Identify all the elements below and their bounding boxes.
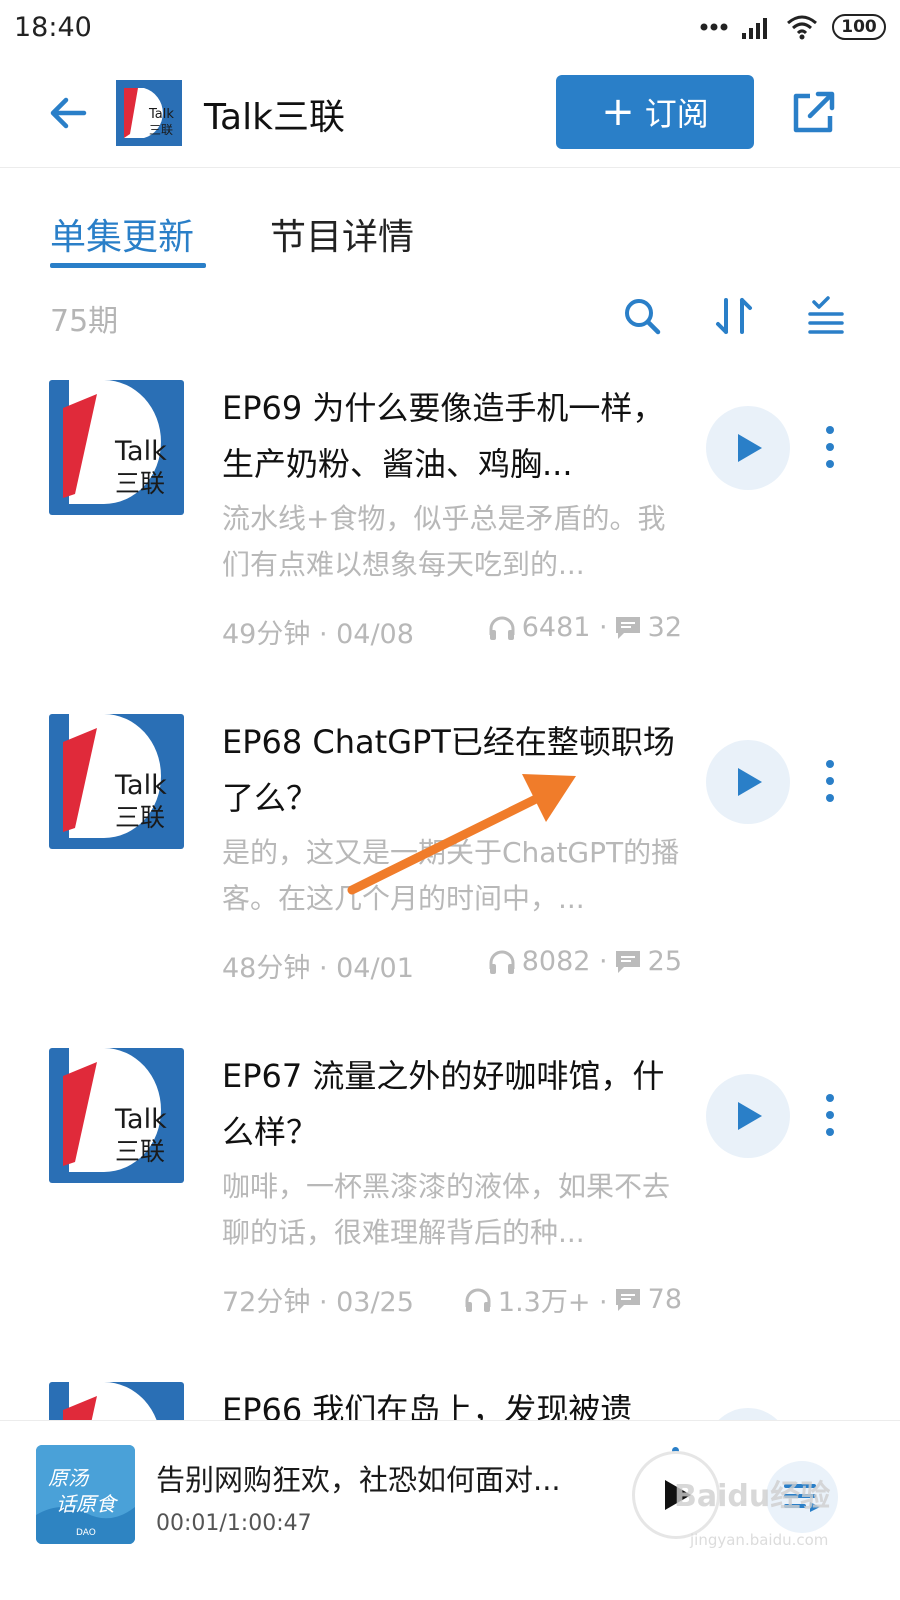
status-icons: 100 <box>700 14 886 40</box>
episode-title: EP66 我们在岛上，发现被遗 <box>222 1391 633 1420</box>
status-time: 18:40 <box>14 12 92 43</box>
player-episode-title: 告别网购狂欢，社恐如何面对... <box>156 1463 561 1497</box>
podcast-logo: Talk 三联 <box>116 80 182 146</box>
episode-comments: 25 <box>647 946 682 977</box>
subscribe-label: 订阅 <box>644 95 709 133</box>
episode-stats: 8082 · 25 <box>488 946 682 977</box>
episode-item[interactable]: Talk 三联 EP69 为什么要像造手机一样，生产奶粉、酱油、鸡胸... 流水… <box>0 380 900 714</box>
episode-description: 流水线+食物，似乎总是矛盾的。我们有点难以想象每天吃到的... <box>222 502 666 581</box>
episode-duration-date: 72分钟 · 03/25 <box>222 1287 414 1318</box>
episode-meta: 49分钟 · 04/08 6481 · 32 <box>222 608 692 650</box>
search-icon[interactable] <box>620 294 664 338</box>
episode-description: 是的，这又是一期关于ChatGPT的播客。在这几个月的时间中，... <box>222 836 680 915</box>
more-options-icon[interactable] <box>812 756 848 806</box>
comment-icon <box>615 616 640 639</box>
episode-title: EP68 ChatGPT已经在整顿职场了么？ <box>222 723 675 817</box>
svg-text:三联: 三联 <box>115 469 165 498</box>
episode-title: EP69 为什么要像造手机一样，生产奶粉、酱油、鸡胸... <box>222 389 665 483</box>
episode-comments: 78 <box>647 1284 682 1315</box>
episode-comments: 32 <box>647 612 682 643</box>
more-options-icon[interactable] <box>812 422 848 472</box>
more-options-icon[interactable] <box>812 1090 848 1140</box>
tab-bar: 单集更新 节目详情 <box>0 168 900 272</box>
episode-plays: 1.3万+ · <box>497 1287 608 1318</box>
watermark-url: jingyan.baidu.com <box>690 1531 829 1549</box>
more-dots-icon <box>700 23 728 31</box>
tab-episodes[interactable]: 单集更新 <box>50 208 194 260</box>
episode-cover <box>49 1382 184 1420</box>
episode-item[interactable]: Talk 三联 EP68 ChatGPT已经在整顿职场了么？ 是的，这又是一期关… <box>0 714 900 1048</box>
episode-duration-date: 49分钟 · 04/08 <box>222 619 414 650</box>
svg-text:三联: 三联 <box>115 1137 165 1166</box>
svg-text:Talk: Talk <box>114 770 167 801</box>
play-icon <box>738 434 762 462</box>
episode-plays: 8082 · <box>521 946 608 977</box>
wifi-icon <box>787 15 817 40</box>
play-button[interactable] <box>706 1408 790 1420</box>
svg-text:Talk: Talk <box>114 436 167 467</box>
play-icon <box>738 1102 762 1130</box>
tab-details[interactable]: 节目详情 <box>270 208 414 260</box>
svg-text:DAO: DAO <box>76 1528 96 1538</box>
svg-text:原汤: 原汤 <box>48 1466 90 1490</box>
svg-text:三联: 三联 <box>149 123 173 137</box>
episode-count: 75期 <box>50 304 119 339</box>
episode-item[interactable]: Talk 三联 EP67 流量之外的好咖啡馆，什么样？ 咖啡，一杯黑漆漆的液体，… <box>0 1048 900 1382</box>
play-button[interactable] <box>706 406 790 490</box>
app-header: Talk 三联 Talk三联 + 订阅 <box>0 60 900 168</box>
play-button[interactable] <box>706 740 790 824</box>
episode-cover: Talk 三联 <box>49 1048 184 1183</box>
episode-toolbar: 75期 <box>0 290 900 346</box>
episode-item[interactable]: EP66 我们在岛上，发现被遗 <box>0 1382 900 1420</box>
player-cover: 原汤 话原食 DAO <box>36 1445 135 1544</box>
svg-text:话原食: 话原食 <box>56 1492 119 1516</box>
episode-title: EP67 流量之外的好咖啡馆，什么样？ <box>222 1057 665 1151</box>
episode-cover: Talk 三联 <box>49 714 184 849</box>
player-time: 00:01/1:00:47 <box>156 1511 312 1536</box>
headphones-icon <box>489 950 515 974</box>
page-title: Talk三联 <box>204 97 345 138</box>
battery-indicator: 100 <box>832 14 886 40</box>
mini-player[interactable]: 原汤 话原食 DAO 告别网购狂欢，社恐如何面对... 00:01/1:00:4… <box>0 1420 900 1600</box>
comment-icon <box>615 1288 640 1311</box>
plus-icon: + <box>601 89 635 135</box>
svg-text:Talk: Talk <box>148 107 174 122</box>
active-tab-indicator <box>50 263 206 268</box>
play-button[interactable] <box>706 1074 790 1158</box>
comment-icon <box>615 950 640 973</box>
status-bar: 18:40 100 <box>0 0 900 60</box>
headphones-icon <box>465 1288 491 1312</box>
episode-meta: 72分钟 · 03/25 1.3万+ · 78 <box>222 1276 692 1319</box>
sort-icon[interactable] <box>712 294 756 338</box>
episode-cover: Talk 三联 <box>49 380 184 515</box>
episode-plays: 6481 · <box>521 612 608 643</box>
episode-meta: 48分钟 · 04/01 8082 · 25 <box>222 942 692 984</box>
share-icon[interactable] <box>788 88 838 138</box>
watermark-text: Baidu经验 <box>674 1479 831 1514</box>
episode-stats: 6481 · 32 <box>488 612 682 643</box>
episode-duration-date: 48分钟 · 04/01 <box>222 953 414 984</box>
batch-select-icon[interactable] <box>804 294 848 338</box>
player-cover-art: 原汤 话原食 DAO <box>36 1445 135 1544</box>
svg-text:三联: 三联 <box>115 803 165 832</box>
signal-icon <box>742 18 767 39</box>
headphones-icon <box>489 616 515 640</box>
episode-description: 咖啡，一杯黑漆漆的液体，如果不去聊的话，很难理解背后的种... <box>222 1170 671 1249</box>
episode-stats: 1.3万+ · 78 <box>464 1280 682 1319</box>
play-icon <box>738 768 762 796</box>
back-arrow-icon[interactable] <box>44 88 94 138</box>
svg-text:Talk: Talk <box>114 1104 167 1135</box>
subscribe-button[interactable]: + 订阅 <box>556 75 754 149</box>
